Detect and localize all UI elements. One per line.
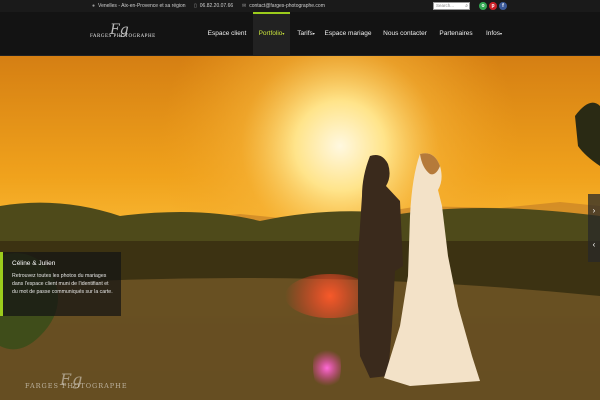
slide-caption: Céline & Julien Retrouvez toutes les pho…	[0, 252, 121, 316]
facebook-icon[interactable]: f	[499, 2, 507, 10]
nav-espace-mariage[interactable]: Espace mariage	[322, 12, 374, 56]
nav-label: Partenaires	[439, 30, 473, 37]
nav-infos[interactable]: Infos▾	[482, 12, 506, 56]
nav-label: Espace mariage	[324, 30, 372, 37]
chevron-right-icon: ›	[592, 206, 596, 215]
slider-prev-button[interactable]: ‹	[588, 228, 600, 262]
hero-slider: Céline & Julien Retrouvez toutes les pho…	[0, 56, 600, 400]
top-info-bar: ● Venelles - Aix-en-Provence et sa régio…	[0, 0, 600, 12]
caret-down-icon: ▾	[312, 31, 315, 36]
location-info: ● Venelles - Aix-en-Provence et sa régio…	[92, 3, 186, 9]
nav-partenaires[interactable]: Partenaires	[436, 12, 476, 56]
caption-title: Céline & Julien	[12, 260, 56, 267]
nav-espace-client[interactable]: Espace client	[203, 12, 251, 56]
email-info[interactable]: ✉ contact@farges-photographe.com	[242, 3, 325, 9]
nav-label: Nous contacter	[383, 30, 427, 37]
watermark-signature: Fg	[60, 370, 84, 389]
caret-down-icon: ▾	[500, 31, 503, 36]
envelope-icon: ✉	[242, 3, 247, 9]
watermark-logo: Fg FARGES PHOTOGRAPHE	[25, 370, 128, 390]
phone-info[interactable]: ▯ 06.82.20.07.66	[194, 3, 233, 9]
nav-label: Infos	[485, 30, 501, 37]
chevron-left-icon: ‹	[592, 240, 596, 249]
caption-text: Retrouvez toutes les photos du mariages …	[12, 273, 113, 295]
search-placeholder: Search...	[436, 3, 455, 8]
phone-text[interactable]: 06.82.20.07.66	[200, 3, 233, 9]
nav-label: Espace client	[207, 30, 247, 37]
site-logo[interactable]: Fg FARGES PHOTOGRAPHE	[90, 22, 156, 46]
phone-icon: ▯	[194, 3, 197, 9]
logo-name: FARGES PHOTOGRAPHE	[90, 34, 156, 39]
search-icon[interactable]: ⌕	[465, 3, 468, 9]
location-text: Venelles - Aix-en-Provence et sa région	[98, 3, 186, 9]
slider-next-button[interactable]: ›	[588, 194, 600, 228]
pinterest-icon[interactable]: p	[489, 2, 497, 10]
caret-down-icon: ▾	[282, 31, 285, 36]
email-link[interactable]: contact@farges-photographe.com	[249, 3, 325, 9]
nav-label: Portfolio	[258, 30, 283, 37]
nav-portfolio[interactable]: Portfolio▾	[253, 12, 290, 56]
hero-photo	[0, 56, 600, 400]
nav-tarifs[interactable]: Tarifs▾	[293, 12, 319, 56]
tripadvisor-icon[interactable]: o	[479, 2, 487, 10]
map-pin-icon: ●	[92, 3, 96, 9]
nav-label: Tarifs	[297, 30, 313, 37]
search-input[interactable]: Search... ⌕	[433, 2, 470, 10]
nav-nous-contacter[interactable]: Nous contacter	[380, 12, 430, 56]
